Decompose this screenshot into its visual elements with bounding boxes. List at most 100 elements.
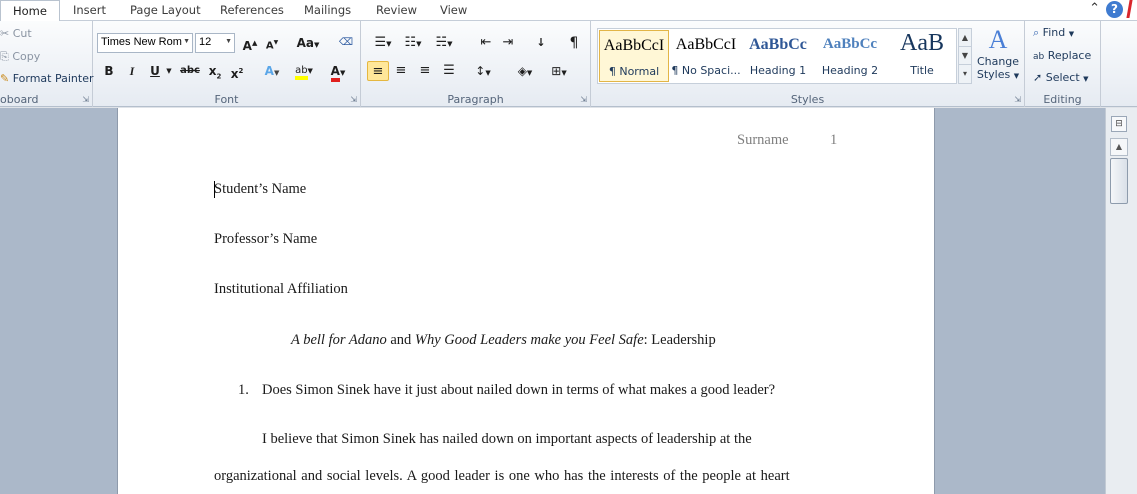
clear-formatting-button[interactable]: ⌫ — [337, 33, 355, 53]
change-case-button[interactable]: Aa▼ — [294, 33, 322, 53]
align-left-button[interactable]: ≡ — [367, 61, 389, 81]
numbering-button[interactable]: ☷▼ — [399, 33, 427, 53]
gallery-down-icon[interactable]: ▼ — [959, 47, 971, 65]
style-title[interactable]: AaB Title — [887, 30, 957, 82]
increase-indent-button[interactable]: ⇥ — [499, 33, 517, 53]
bullets-button[interactable]: ☰▼ — [369, 33, 397, 53]
font-group-label: Font — [214, 93, 239, 106]
tab-references[interactable]: References — [220, 3, 284, 21]
font-color-label: A — [330, 64, 340, 82]
format-painter-label: Format Painter — [12, 72, 94, 85]
style-preview: AaBbCcI — [603, 37, 665, 54]
scissors-icon: ✂ — [0, 27, 10, 40]
font-name-combo[interactable]: Times New Rom ▼ — [97, 33, 193, 53]
style-normal[interactable]: AaBbCcI ¶ Normal — [599, 30, 669, 82]
professor-name-line[interactable]: Professor’s Name — [214, 231, 317, 248]
affiliation-line[interactable]: Institutional Affiliation — [214, 281, 348, 298]
multilevel-list-button[interactable]: ☵▼ — [429, 33, 459, 53]
chevron-down-icon: ▼ — [225, 38, 232, 45]
select-button[interactable]: ➚ Select ▼ — [1033, 71, 1089, 84]
chevron-down-icon: ▼ — [183, 38, 190, 45]
paragraph-line-1[interactable]: I believe that Simon Sinek has nailed do… — [262, 431, 752, 448]
scroll-thumb[interactable] — [1110, 158, 1128, 204]
title-book-name: A bell for Adano — [291, 332, 387, 348]
shrink-font-button[interactable]: A▼ — [263, 33, 281, 53]
underline-dropdown-icon[interactable]: ▼ — [165, 61, 173, 81]
italic-button[interactable]: I — [124, 61, 140, 81]
format-painter-button[interactable]: ✎ Format Painter — [0, 72, 94, 85]
minimize-ribbon-icon[interactable]: ⌃ — [1089, 1, 1100, 16]
help-icon[interactable]: ? — [1106, 1, 1123, 18]
increase-indent-icon: ⇥ — [502, 35, 514, 50]
student-name-line[interactable]: Student’s Name — [214, 181, 306, 198]
font-size-combo[interactable]: 12 ▼ — [195, 33, 235, 53]
line-spacing-button[interactable]: ↕▼ — [469, 61, 497, 81]
cut-button[interactable]: ✂ Cut — [0, 27, 32, 40]
tab-home[interactable]: Home — [0, 0, 60, 22]
copy-label: Copy — [12, 50, 41, 63]
tab-page-layout[interactable]: Page Layout — [130, 3, 201, 21]
align-center-button[interactable]: ≡ — [391, 61, 411, 81]
find-label: Find — [1042, 26, 1066, 39]
ribbon: ✂ Cut ⎘ Copy ✎ Format Painter oboard ⇲ T… — [0, 21, 1137, 107]
paragraph-line-2[interactable]: organizational and social levels. A good… — [214, 468, 790, 485]
gallery-more-icon[interactable]: ▾ — [959, 65, 971, 83]
text-effects-button[interactable]: A▼ — [261, 61, 283, 81]
tab-view[interactable]: View — [440, 3, 467, 21]
bold-button[interactable]: B — [101, 61, 117, 81]
replace-button[interactable]: ab Replace — [1033, 49, 1091, 62]
style-heading-1[interactable]: AaBbCc Heading 1 — [743, 30, 813, 82]
line-spacing-icon: ↕ — [475, 64, 486, 78]
essay-title[interactable]: A bell for Adano and Why Good Leaders ma… — [291, 332, 716, 349]
paragraph-launcher-icon[interactable]: ⇲ — [580, 95, 587, 104]
sort-icon: ↓ — [536, 36, 546, 49]
change-case-label: Aa — [296, 36, 314, 50]
title-and: and — [386, 332, 415, 348]
style-name: Heading 1 — [749, 64, 807, 77]
highlight-button[interactable]: ab▼ — [291, 61, 317, 81]
clipboard-group: ✂ Cut ⎘ Copy ✎ Format Painter oboard ⇲ — [0, 21, 94, 107]
replace-label: Replace — [1047, 49, 1092, 62]
superscript-button[interactable]: x2 — [229, 61, 245, 81]
vertical-scrollbar[interactable]: ⊟ ▲ — [1105, 108, 1137, 494]
brush-icon: ✎ — [0, 72, 10, 85]
gallery-up-icon[interactable]: ▲ — [959, 29, 971, 47]
shading-button[interactable]: ◈▼ — [511, 61, 539, 81]
justify-icon: ☰ — [443, 63, 455, 78]
grow-font-button[interactable]: A▲ — [241, 33, 259, 53]
scroll-up-icon[interactable]: ▲ — [1110, 138, 1128, 156]
copy-button[interactable]: ⎘ Copy — [0, 50, 40, 64]
tab-review[interactable]: Review — [376, 3, 417, 21]
decrease-indent-button[interactable]: ⇤ — [477, 33, 495, 53]
justify-button[interactable]: ☰ — [439, 61, 459, 81]
change-styles-button[interactable]: A Change Styles ▼ — [974, 25, 1022, 81]
pointer-icon: ➚ — [1033, 71, 1043, 84]
borders-button[interactable]: ⊞▼ — [545, 61, 573, 81]
style-heading-2[interactable]: AaBbCc Heading 2 — [815, 30, 885, 82]
ruler-toggle-icon[interactable]: ⊟ — [1111, 116, 1127, 132]
borders-icon: ⊞ — [551, 64, 562, 78]
question-line[interactable]: Does Simon Sinek have it just about nail… — [262, 382, 775, 399]
copy-icon: ⎘ — [0, 50, 9, 63]
strikethrough-button[interactable]: abc — [179, 61, 201, 81]
align-right-button[interactable]: ≡ — [415, 61, 435, 81]
find-button[interactable]: ⌕ Find ▼ — [1033, 26, 1074, 40]
subscript-button[interactable]: x2 — [207, 61, 223, 81]
header-page-number: 1 — [830, 132, 838, 148]
align-right-icon: ≡ — [419, 63, 431, 78]
tab-mailings[interactable]: Mailings — [304, 3, 351, 21]
tab-insert[interactable]: Insert — [73, 3, 106, 21]
styles-gallery-scroll: ▲ ▼ ▾ — [958, 28, 972, 84]
font-launcher-icon[interactable]: ⇲ — [350, 95, 357, 104]
underline-button[interactable]: U — [147, 61, 163, 81]
sort-button[interactable]: ↓ — [531, 33, 551, 53]
editing-group-label: Editing — [1043, 93, 1082, 106]
style-no-spacing[interactable]: AaBbCcI ¶ No Spaci... — [671, 30, 741, 82]
style-name: Heading 2 — [821, 64, 879, 77]
font-color-button[interactable]: A▼ — [325, 61, 351, 82]
style-name: Title — [910, 64, 934, 77]
show-hide-button[interactable]: ¶ — [565, 33, 583, 53]
clipboard-launcher-icon[interactable]: ⇲ — [82, 95, 89, 104]
numbered-list-icon: ☷ — [404, 35, 417, 50]
styles-launcher-icon[interactable]: ⇲ — [1014, 95, 1021, 104]
